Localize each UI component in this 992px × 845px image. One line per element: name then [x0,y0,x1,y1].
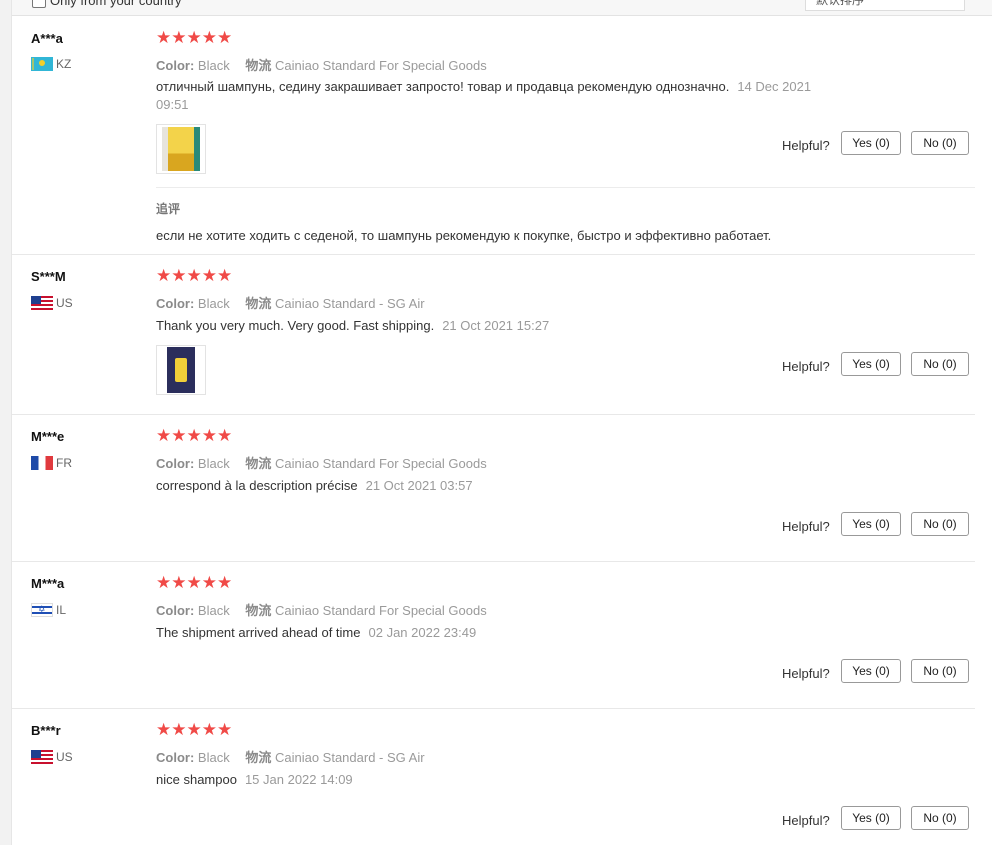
logistics-label: 物流 [245,296,272,311]
israel-flag-icon [31,603,53,617]
helpful-label: Helpful? [782,813,830,828]
review-body: The shipment arrived ahead of time [156,625,361,640]
star-rating: ★★★★★ [156,720,233,740]
review-text: The shipment arrived ahead of time 02 Jan… [156,624,476,642]
helpful-label: Helpful? [782,138,830,153]
country-code: FR [56,456,72,470]
shipping-method: Cainiao Standard For Special Goods [274,58,487,73]
reviewer-name: A***a [31,31,63,46]
sort-select-value: 默认排序 [816,0,865,7]
helpful-label: Helpful? [782,359,830,374]
review-body: Thank you very much. Very good. Fast shi… [156,318,435,333]
color-label: Color: [156,750,195,765]
review-photo-thumbnail[interactable] [156,345,206,395]
review-text: nice shampoo 15 Jan 2022 14:09 [156,771,353,789]
helpful-yes-button[interactable]: Yes (0) [841,131,901,155]
review-item: A***a KZ ★★★★★ Color: Black 物流 Cainiao S… [12,16,975,255]
france-flag-icon [31,456,53,470]
helpful-yes-button[interactable]: Yes (0) [841,806,901,830]
star-rating: ★★★★★ [156,266,233,286]
review-body: correspond à la description précise [156,478,358,493]
reviewer-country: US [31,296,73,310]
product-meta: Color: Black 物流 Cainiao Standard For Spe… [156,453,487,472]
helpful-no-button[interactable]: No (0) [911,659,969,683]
color-value: Black [197,296,230,311]
helpful-label: Helpful? [782,666,830,681]
product-meta: Color: Black 物流 Cainiao Standard - SG Ai… [156,293,425,312]
country-code: US [56,750,73,764]
helpful-yes-button[interactable]: Yes (0) [841,352,901,376]
review-date: 02 Jan 2022 23:49 [368,625,477,640]
shipping-method: Cainiao Standard For Special Goods [274,456,487,471]
united-states-flag-icon [31,750,53,764]
reviewer-name: B***r [31,723,61,738]
reviewer-country: KZ [31,57,71,71]
helpful-no-button[interactable]: No (0) [911,131,969,155]
color-value: Black [197,750,230,765]
color-label: Color: [156,456,195,471]
review-body: отличный шампунь, седину закрашивает зап… [156,79,730,94]
country-code: IL [56,603,67,617]
reviewer-country: FR [31,456,72,470]
country-code: US [56,296,73,310]
sort-select[interactable]: 默认排序 [805,0,965,11]
review-date: 21 Oct 2021 03:57 [365,478,473,493]
product-meta: Color: Black 物流 Cainiao Standard For Spe… [156,55,487,74]
reviewer-country: US [31,750,73,764]
color-label: Color: [156,603,195,618]
logistics-label: 物流 [245,58,272,73]
star-rating: ★★★★★ [156,426,233,446]
star-rating: ★★★★★ [156,573,233,593]
shipping-method: Cainiao Standard - SG Air [274,296,425,311]
review-photo-thumbnail[interactable] [156,124,206,174]
color-value: Black [197,58,230,73]
review-date: 15 Jan 2022 14:09 [244,772,353,787]
logistics-label: 物流 [245,456,272,471]
country-filter-checkbox[interactable] [32,0,46,8]
country-code: KZ [56,57,72,71]
shipping-method: Cainiao Standard For Special Goods [274,603,487,618]
review-item: M***e FR ★★★★★ Color: Black 物流 Cainiao S… [12,415,975,562]
review-text: отличный шампунь, седину закрашивает зап… [156,78,876,114]
color-label: Color: [156,296,195,311]
review-filter-bar: Only from your country 默认排序 [12,0,992,16]
color-value: Black [197,603,230,618]
kazakhstan-flag-icon [31,57,53,71]
review-body: nice shampoo [156,772,237,787]
shampoo-photo [162,127,200,171]
followup-text: если не хотите ходить с седеной, то шамп… [156,228,772,243]
star-rating: ★★★★★ [156,28,233,48]
shipping-method: Cainiao Standard - SG Air [274,750,425,765]
color-value: Black [197,456,230,471]
review-item: M***a IL ★★★★★ Color: Black 物流 Cainiao S… [12,562,975,709]
helpful-label: Helpful? [782,519,830,534]
country-filter-label: Only from your country [50,0,182,8]
helpful-no-button[interactable]: No (0) [911,512,969,536]
logistics-label: 物流 [245,603,272,618]
product-meta: Color: Black 物流 Cainiao Standard For Spe… [156,600,487,619]
united-states-flag-icon [31,296,53,310]
review-date: 21 Oct 2021 15:27 [442,318,550,333]
reviewer-name: M***a [31,576,65,591]
review-item: S***M US ★★★★★ Color: Black 物流 Cainiao S… [12,255,975,415]
helpful-no-button[interactable]: No (0) [911,352,969,376]
review-time: 09:51 [156,97,189,112]
product-meta: Color: Black 物流 Cainiao Standard - SG Ai… [156,747,425,766]
followup-title: 追评 [156,202,181,216]
helpful-yes-button[interactable]: Yes (0) [841,512,901,536]
review-date: 14 Dec 2021 [737,79,812,94]
left-gutter [0,0,12,845]
review-item: B***r US ★★★★★ Color: Black 物流 Cainiao S… [12,709,975,845]
logistics-label: 物流 [245,750,272,765]
followup-divider [156,187,975,188]
review-text: Thank you very much. Very good. Fast shi… [156,317,549,335]
helpful-no-button[interactable]: No (0) [911,806,969,830]
reviewer-name: M***e [31,429,65,444]
reviewer-country: IL [31,603,66,617]
review-text: correspond à la description précise 21 Oc… [156,477,473,495]
shampoo-photo [167,347,195,393]
helpful-yes-button[interactable]: Yes (0) [841,659,901,683]
color-label: Color: [156,58,195,73]
reviewer-name: S***M [31,269,66,284]
